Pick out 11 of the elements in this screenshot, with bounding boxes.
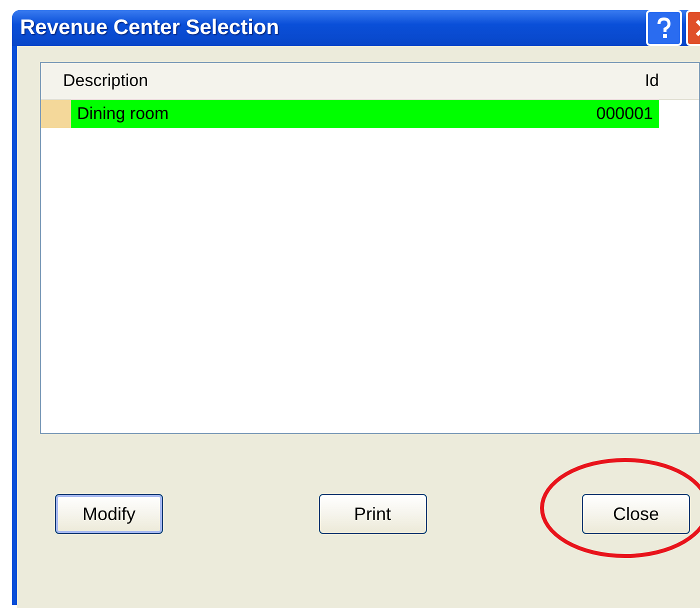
help-button[interactable] bbox=[646, 10, 682, 46]
list-row[interactable]: Dining room 000001 bbox=[71, 100, 659, 128]
row-marker bbox=[41, 100, 71, 128]
table-cell: 000001 bbox=[596, 104, 653, 124]
window-title: Revenue Center Selection bbox=[20, 16, 280, 40]
table-cell: Dining room bbox=[77, 104, 169, 124]
dialog-button[interactable]: Modify bbox=[55, 494, 163, 534]
column-header[interactable]: Id bbox=[644, 71, 659, 91]
dialog-button[interactable]: Close bbox=[582, 494, 690, 534]
dialog-button[interactable]: Print bbox=[318, 494, 426, 534]
column-header[interactable]: Description bbox=[63, 71, 148, 91]
